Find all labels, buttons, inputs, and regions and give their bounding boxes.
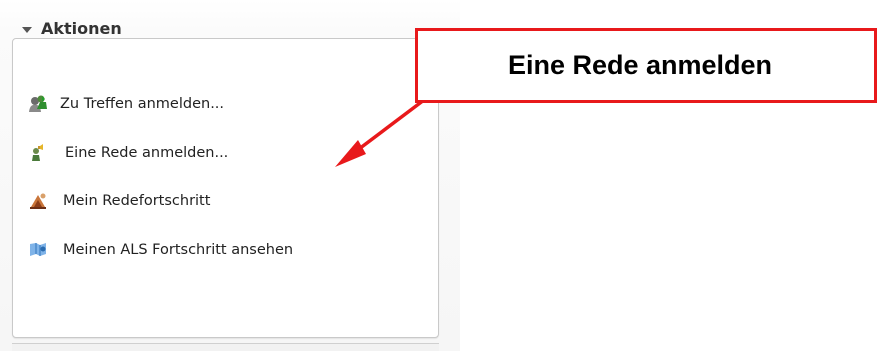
caret-down-icon[interactable] <box>22 26 32 33</box>
actions-panel-header[interactable]: Aktionen <box>22 19 122 38</box>
action-item-label: Zu Treffen anmelden... <box>60 96 225 112</box>
als-progress-icon <box>28 240 48 260</box>
action-item-label: Meinen ALS Fortschritt ansehen <box>63 241 294 258</box>
page: Aktionen Zu Treffen anmelden... Eine Red… <box>0 0 879 351</box>
action-item-label: Eine Rede anmelden... <box>65 144 229 161</box>
action-item-als-progress[interactable]: Meinen ALS Fortschritt ansehen <box>28 238 293 262</box>
next-panel-edge <box>12 343 439 351</box>
annotation-callout: Eine Rede anmelden <box>415 28 877 103</box>
meeting-signup-icon <box>28 94 48 114</box>
action-item-label: Mein Redefortschritt <box>63 193 211 209</box>
action-item-speech-signup[interactable]: Eine Rede anmelden... <box>28 141 293 165</box>
actions-panel-title: Aktionen <box>41 19 122 38</box>
speech-progress-icon <box>28 191 48 211</box>
action-item-speech-progress[interactable]: Mein Redefortschritt <box>28 189 293 213</box>
speech-signup-icon <box>28 143 48 163</box>
actions-list: Zu Treffen anmelden... Eine Rede anmelde… <box>28 92 293 286</box>
annotation-callout-text: Eine Rede anmelden <box>507 50 773 80</box>
action-item-meeting-signup[interactable]: Zu Treffen anmelden... <box>28 92 293 116</box>
